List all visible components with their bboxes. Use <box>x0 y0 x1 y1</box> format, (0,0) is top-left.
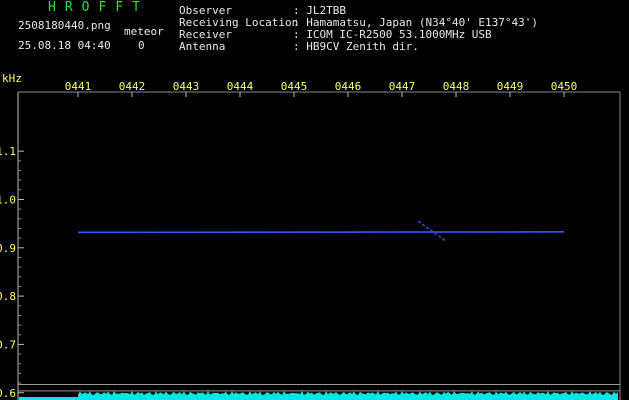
x-tick-label: 0445 <box>281 80 308 93</box>
x-tick-label: 0441 <box>65 80 92 93</box>
x-tick-label: 0443 <box>173 80 200 93</box>
x-tick-label: 0442 <box>119 80 146 93</box>
x-tick-label: 0444 <box>227 80 254 93</box>
x-tick-label: 0446 <box>335 80 362 93</box>
y-tick-label: 0.9 <box>0 242 16 255</box>
meteor-trace <box>417 220 446 242</box>
y-tick-label: 1.1 <box>0 145 16 158</box>
y-tick-label: 1.0 <box>0 193 16 206</box>
x-tick-label: 0447 <box>389 80 416 93</box>
x-tick-label: 0450 <box>551 80 578 93</box>
y-tick-label: 0.8 <box>0 290 16 303</box>
y-tick-label: 0.6 <box>0 387 16 400</box>
x-tick-label: 0448 <box>443 80 470 93</box>
spectrogram-chart: kHz 0441 0442 0443 0444 0445 0446 0447 0448 0449 0… <box>0 72 621 400</box>
y-tick-label: 0.7 <box>0 338 16 351</box>
noise-floor-band <box>78 391 618 400</box>
y-unit-label: kHz <box>2 72 22 85</box>
x-tick-label: 0449 <box>497 80 524 93</box>
